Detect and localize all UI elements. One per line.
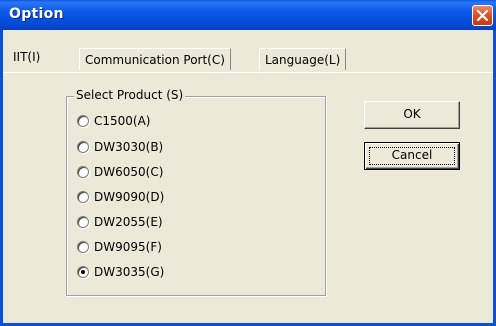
radio-button[interactable] bbox=[77, 191, 89, 203]
cancel-button[interactable]: Cancel bbox=[364, 142, 460, 170]
tab-iit[interactable]: IIT(I) bbox=[7, 46, 45, 72]
group-label: Select Product (S) bbox=[74, 88, 186, 102]
dialog-body: IIT(I) Communication Port(C) Language(L)… bbox=[3, 30, 493, 323]
radio-button[interactable] bbox=[77, 115, 89, 127]
ok-button-label: OK bbox=[403, 107, 421, 121]
radio-button[interactable] bbox=[77, 166, 89, 178]
radio-button[interactable] bbox=[77, 241, 89, 253]
title-bar[interactable]: Option bbox=[0, 0, 496, 30]
tab-label: Language(L) bbox=[265, 53, 341, 67]
radio-selected-dot bbox=[81, 270, 85, 274]
radio-label: DW9095(F) bbox=[94, 240, 162, 254]
tab-divider bbox=[3, 72, 493, 73]
close-icon bbox=[476, 9, 489, 22]
window-title: Option bbox=[9, 6, 64, 22]
tab-label: IIT(I) bbox=[13, 50, 41, 64]
tab-communication-port[interactable]: Communication Port(C) bbox=[79, 48, 231, 70]
radio-button[interactable] bbox=[77, 141, 89, 153]
radio-label: C1500(A) bbox=[94, 114, 151, 128]
ok-button[interactable]: OK bbox=[364, 101, 460, 129]
focus-rectangle bbox=[369, 147, 455, 165]
radio-label: DW3030(B) bbox=[94, 140, 164, 154]
radio-label: DW6050(C) bbox=[94, 165, 164, 179]
tab-language[interactable]: Language(L) bbox=[259, 48, 347, 70]
radio-label: DW3035(G) bbox=[94, 265, 165, 279]
tab-label: Communication Port(C) bbox=[85, 53, 225, 67]
close-button[interactable] bbox=[472, 5, 493, 26]
radio-button[interactable] bbox=[77, 216, 89, 228]
radio-label: DW2055(E) bbox=[94, 215, 163, 229]
radio-label: DW9090(D) bbox=[94, 190, 165, 204]
radio-button[interactable] bbox=[77, 266, 89, 278]
option-dialog: Option IIT(I) Communication Port(C) Lang… bbox=[0, 0, 496, 326]
